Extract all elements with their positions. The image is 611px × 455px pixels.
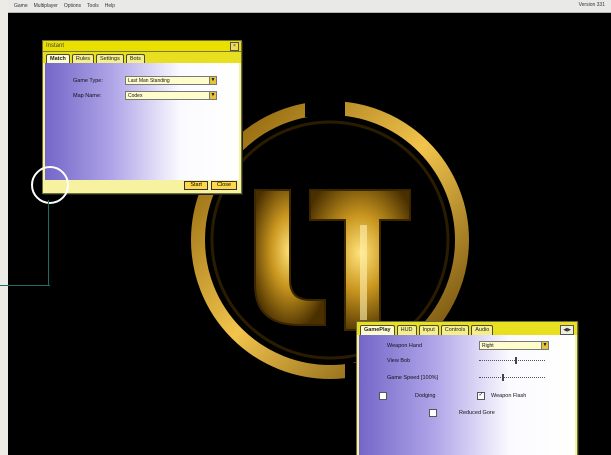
weapon-hand-select[interactable]: Right ▼ bbox=[479, 341, 549, 350]
reduced-gore-row: Reduced Gore bbox=[429, 409, 495, 417]
menu-help[interactable]: Help bbox=[105, 3, 115, 9]
logo-highlight bbox=[360, 225, 367, 320]
tab-input[interactable]: Input bbox=[418, 325, 439, 335]
reduced-gore-checkbox[interactable] bbox=[429, 409, 437, 417]
map-name-label: Map Name: bbox=[73, 92, 102, 99]
close-button[interactable]: Close bbox=[210, 181, 237, 190]
weapon-flash-label: Weapon Flash bbox=[491, 393, 527, 399]
menu-game[interactable]: Game bbox=[14, 3, 28, 9]
dropdown-arrow-icon[interactable]: ▼ bbox=[541, 342, 548, 349]
close-icon[interactable]: × bbox=[230, 41, 239, 51]
dropdown-arrow-icon[interactable]: ▼ bbox=[209, 92, 216, 99]
tab-hud[interactable]: HUD bbox=[396, 325, 417, 335]
menu-multiplayer[interactable]: Multiplayer bbox=[34, 3, 58, 9]
instant-window-title: Instant bbox=[46, 43, 65, 49]
weapon-flash-checkbox[interactable]: ✓ bbox=[477, 392, 485, 400]
tab-rules[interactable]: Rules bbox=[71, 54, 94, 63]
game-type-select[interactable]: Last Man Standing ▼ bbox=[125, 76, 217, 85]
tab-match[interactable]: Match bbox=[46, 54, 70, 63]
menu-tools[interactable]: Tools bbox=[87, 3, 99, 9]
weapon-hand-row: Weapon Hand Right ▼ bbox=[387, 341, 549, 350]
game-speed-label: Game Speed [100%] bbox=[387, 375, 439, 381]
instant-footer: Start Close bbox=[184, 181, 237, 190]
view-bob-slider-knob[interactable] bbox=[515, 357, 518, 364]
tab-controls[interactable]: Controls bbox=[440, 325, 470, 335]
dropdown-arrow-icon[interactable]: ▼ bbox=[209, 77, 216, 84]
game-speed-row: Game Speed [100%] bbox=[387, 374, 545, 381]
game-type-label: Game Type: bbox=[73, 77, 103, 84]
map-name-value: Codex bbox=[128, 92, 143, 99]
screenshot: Game Multiplayer Options Tools Help Vers… bbox=[0, 0, 611, 455]
dodging-checkbox[interactable] bbox=[379, 392, 387, 400]
instant-panel: Game Type: Last Man Standing ▼ Map Name:… bbox=[45, 63, 239, 180]
tab-audio[interactable]: Audio bbox=[471, 325, 494, 335]
instant-tabs: Match Rules Settings Bots bbox=[43, 52, 241, 63]
map-name-row: Map Name: Codex ▼ bbox=[73, 91, 217, 100]
logo-gap-top bbox=[305, 95, 345, 117]
tab-bots[interactable]: Bots bbox=[125, 54, 145, 63]
preferences-panel: Weapon Hand Right ▼ View Bob Game Speed … bbox=[359, 335, 575, 455]
game-speed-slider[interactable] bbox=[479, 374, 545, 381]
instant-window-titlebar[interactable]: Instant × bbox=[43, 41, 241, 52]
preferences-window: GamePlay HUD Input Controls Audio ◀▶ Wea… bbox=[356, 321, 578, 455]
menu-bar: Game Multiplayer Options Tools Help Vers… bbox=[8, 0, 611, 13]
callout-circle bbox=[31, 166, 69, 204]
view-bob-slider[interactable] bbox=[479, 357, 545, 364]
tab-scroll-icon[interactable]: ◀▶ bbox=[560, 325, 574, 335]
map-name-select[interactable]: Codex ▼ bbox=[125, 91, 217, 100]
game-type-value: Last Man Standing bbox=[128, 77, 170, 84]
version-label: Version 331 bbox=[578, 2, 605, 8]
dodging-label: Dodging bbox=[415, 393, 436, 399]
view-bob-label: View Bob bbox=[387, 358, 411, 364]
weapon-hand-value: Right bbox=[482, 342, 494, 349]
start-button[interactable]: Start bbox=[184, 181, 208, 190]
menu-options[interactable]: Options bbox=[64, 3, 81, 9]
reduced-gore-label: Reduced Gore bbox=[459, 410, 495, 416]
weapon-hand-label: Weapon Hand bbox=[387, 342, 423, 349]
game-type-row: Game Type: Last Man Standing ▼ bbox=[73, 76, 217, 85]
game-speed-slider-knob[interactable] bbox=[502, 374, 505, 381]
instant-window: Instant × Match Rules Settings Bots Game… bbox=[42, 40, 242, 194]
callout-line bbox=[0, 285, 50, 286]
preferences-tabs: GamePlay HUD Input Controls Audio ◀▶ bbox=[357, 322, 577, 335]
dodging-row: Dodging ✓ Weapon Flash bbox=[379, 392, 526, 400]
callout-line-vertical bbox=[48, 200, 49, 286]
tab-settings[interactable]: Settings bbox=[95, 54, 124, 63]
tab-gameplay[interactable]: GamePlay bbox=[360, 325, 395, 335]
view-bob-row: View Bob bbox=[387, 357, 545, 364]
